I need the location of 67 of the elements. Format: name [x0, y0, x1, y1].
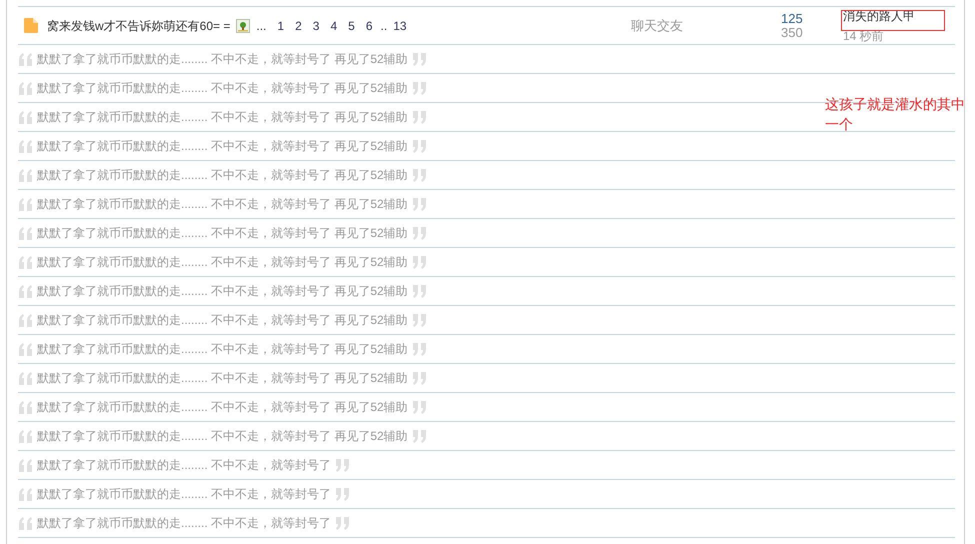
view-count: 350 — [781, 26, 804, 40]
topic-title[interactable]: 窝来发钱w才不告诉妳萌还有60= = — [47, 16, 230, 34]
open-quote-icon — [18, 488, 33, 500]
close-quote-icon — [412, 82, 427, 94]
quote-text: 默默了拿了就币币默默的走........ 不中不走，就等封号了 再见了52辅助 — [37, 283, 408, 300]
page-link[interactable]: 2 — [295, 16, 302, 34]
image-icon — [236, 18, 250, 32]
open-quote-icon — [18, 284, 33, 298]
close-quote-icon — [335, 488, 350, 500]
quote-text: 默默了拿了就币币默默的走........ 不中不走，就等封号了 再见了52辅助 — [37, 138, 408, 155]
close-quote-icon — [412, 400, 427, 414]
open-quote-icon — [18, 430, 33, 442]
quote-text: 默默了拿了就币币默默的走........ 不中不走，就等封号了 — [37, 486, 332, 503]
open-quote-icon — [18, 110, 33, 124]
open-quote-icon — [18, 168, 33, 182]
page-link[interactable]: 13 — [393, 16, 407, 34]
open-quote-icon — [18, 516, 33, 530]
close-quote-icon — [412, 256, 427, 268]
quote-text: 默默了拿了就币币默默的走........ 不中不走，就等封号了 再见了52辅助 — [37, 399, 408, 416]
open-quote-icon — [18, 82, 33, 94]
quote-text: 默默了拿了就币币默默的走........ 不中不走，就等封号了 再见了52辅助 — [37, 167, 408, 184]
quote-text: 默默了拿了就币币默默的走........ 不中不走，就等封号了 再见了52辅助 — [37, 51, 408, 68]
open-quote-icon — [18, 314, 33, 326]
open-quote-icon — [18, 256, 33, 268]
quote-text: 默默了拿了就币币默默的走........ 不中不走，就等封号了 — [37, 457, 332, 474]
close-quote-icon — [412, 168, 427, 182]
open-quote-icon — [18, 400, 33, 414]
quote-text: 默默了拿了就币币默默的走........ 不中不走，就等封号了 再见了52辅助 — [37, 225, 408, 242]
open-quote-icon — [18, 458, 33, 472]
open-quote-icon — [18, 140, 33, 152]
page-link[interactable]: 1 — [277, 16, 284, 34]
close-quote-icon — [412, 284, 427, 298]
close-quote-icon — [412, 314, 427, 326]
folder-icon — [22, 17, 39, 34]
open-quote-icon — [18, 372, 33, 384]
close-quote-icon — [412, 110, 427, 124]
page-gap: .. — [380, 18, 388, 34]
post-time: 14 秒前 — [843, 28, 884, 42]
open-quote-icon — [18, 52, 33, 66]
annotation-note: 这孩子就是灌水的其中一个 — [825, 95, 965, 134]
quote-text: 默默了拿了就币币默默的走........ 不中不走，就等封号了 再见了52辅助 — [37, 254, 408, 271]
close-quote-icon — [335, 458, 350, 472]
close-quote-icon — [412, 372, 427, 384]
page-ellipsis: ... — [256, 18, 266, 34]
quote-text: 默默了拿了就币币默默的走........ 不中不走，就等封号了 再见了52辅助 — [37, 196, 408, 213]
quote-text: 默默了拿了就币币默默的走........ 不中不走，就等封号了 再见了52辅助 — [37, 370, 408, 387]
quote-text: 默默了拿了就币币默默的走........ 不中不走，就等封号了 再见了52辅助 — [37, 341, 408, 358]
open-quote-icon — [18, 342, 33, 356]
quote-text: 默默了拿了就币币默默的走........ 不中不走，就等封号了 — [37, 515, 332, 532]
page-link[interactable]: 3 — [312, 16, 320, 34]
reply-count: 125 — [781, 12, 804, 26]
open-quote-icon — [18, 226, 33, 240]
close-quote-icon — [412, 198, 427, 210]
close-quote-icon — [412, 430, 427, 442]
page-link[interactable]: 6 — [366, 16, 373, 34]
page-link[interactable]: 5 — [348, 16, 355, 34]
close-quote-icon — [412, 52, 427, 66]
close-quote-icon — [412, 226, 427, 240]
close-quote-icon — [412, 140, 427, 152]
quote-text: 默默了拿了就币币默默的走........ 不中不走，就等封号了 再见了52辅助 — [37, 109, 408, 126]
open-quote-icon — [18, 198, 33, 210]
close-quote-icon — [335, 516, 350, 530]
quote-text: 默默了拿了就币币默默的走........ 不中不走，就等封号了 再见了52辅助 — [37, 80, 408, 97]
quote-text: 默默了拿了就币币默默的走........ 不中不走，就等封号了 再见了52辅助 — [37, 312, 408, 329]
page-link[interactable]: 4 — [330, 16, 338, 34]
quote-text: 默默了拿了就币币默默的走........ 不中不走，就等封号了 再见了52辅助 — [37, 428, 408, 445]
close-quote-icon — [412, 342, 427, 356]
